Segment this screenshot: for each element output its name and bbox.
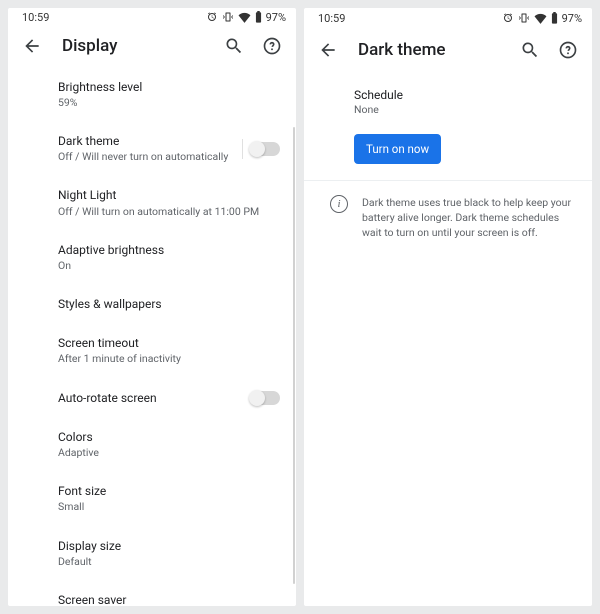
item-title: Brightness level — [58, 79, 280, 95]
status-time: 10:59 — [318, 12, 345, 25]
settings-item[interactable]: Screen timeoutAfter 1 minute of inactivi… — [58, 323, 280, 377]
alarm-icon — [502, 12, 514, 24]
settings-item[interactable]: Night Light Off / Will turn on automatica… — [58, 175, 280, 229]
item-title: Auto-rotate screen — [58, 390, 240, 406]
arrow-back-icon — [22, 36, 42, 56]
status-bar: 10:59 97% — [304, 8, 592, 28]
search-button[interactable] — [222, 34, 246, 58]
item-subtitle: On — [58, 259, 280, 273]
item-title: Styles & wallpapers — [58, 296, 280, 312]
item-subtitle: Off / Will never turn on automatically — [58, 150, 240, 164]
schedule-row[interactable]: Schedule None — [354, 76, 576, 128]
item-subtitle: Adaptive — [58, 446, 280, 460]
wifi-icon — [534, 13, 547, 24]
item-title: Screen timeout — [58, 335, 280, 351]
item-subtitle: 59% — [58, 96, 280, 110]
toggle-switch[interactable] — [250, 142, 280, 156]
info-text: Dark theme uses true black to help keep … — [362, 195, 576, 241]
status-icons: 97% — [206, 11, 286, 24]
back-button[interactable] — [316, 38, 340, 62]
item-title: Adaptive brightness — [58, 242, 280, 258]
back-button[interactable] — [20, 34, 44, 58]
settings-item[interactable]: Auto-rotate screen — [58, 378, 280, 417]
battery-percent: 97% — [562, 12, 582, 25]
vibration-icon — [222, 11, 234, 23]
item-title: Font size — [58, 483, 280, 499]
settings-item[interactable]: Dark themeOff / Will never turn on autom… — [58, 121, 280, 175]
info-icon: i — [330, 195, 348, 213]
item-title: Night Light — [58, 187, 280, 203]
item-title: Dark theme — [58, 133, 240, 149]
schedule-label: Schedule — [354, 88, 576, 102]
settings-list-container[interactable]: Brightness level59%Dark themeOff / Will … — [8, 67, 296, 606]
item-subtitle: Default — [58, 555, 280, 569]
schedule-value: None — [354, 103, 576, 116]
toggle-switch[interactable] — [250, 391, 280, 405]
item-title: Screen saver — [58, 592, 280, 606]
scrollbar[interactable] — [293, 127, 295, 584]
item-title: Colors — [58, 429, 280, 445]
page-title: Display — [62, 36, 204, 56]
arrow-back-icon — [318, 40, 338, 60]
dark-theme-content: Schedule None Turn on now i Dark theme u… — [304, 72, 592, 606]
display-settings-screen: 10:59 97% Display Brightness level59%Dar… — [8, 8, 296, 606]
wifi-icon — [238, 12, 251, 23]
settings-item[interactable]: Display sizeDefault — [58, 526, 280, 580]
alarm-icon — [206, 11, 218, 23]
vibration-icon — [518, 12, 530, 24]
item-subtitle: After 1 minute of inactivity — [58, 352, 280, 366]
help-button[interactable] — [260, 34, 284, 58]
settings-item[interactable]: Brightness level59% — [58, 67, 280, 121]
help-icon — [558, 40, 578, 60]
battery-percent: 97% — [266, 11, 286, 24]
settings-item[interactable]: ColorsAdaptive — [58, 417, 280, 471]
app-bar: Display — [8, 26, 296, 66]
settings-item[interactable]: Font sizeSmall — [58, 471, 280, 525]
item-title: Display size — [58, 538, 280, 554]
battery-icon — [551, 12, 558, 24]
search-icon — [224, 36, 244, 56]
status-bar: 10:59 97% — [8, 8, 296, 26]
status-icons: 97% — [502, 12, 582, 25]
search-icon — [520, 40, 540, 60]
page-title: Dark theme — [358, 40, 500, 60]
dark-theme-screen: 10:59 97% Dark theme Schedule None — [304, 8, 592, 606]
settings-item[interactable]: Screen saverClock — [58, 580, 280, 606]
help-icon — [262, 36, 282, 56]
item-subtitle: Small — [58, 500, 280, 514]
settings-item[interactable]: Styles & wallpapers — [58, 284, 280, 323]
search-button[interactable] — [518, 38, 542, 62]
app-bar: Dark theme — [304, 28, 592, 72]
battery-icon — [255, 11, 262, 23]
settings-item[interactable]: Adaptive brightnessOn — [58, 230, 280, 284]
turn-on-now-button[interactable]: Turn on now — [354, 134, 441, 164]
help-button[interactable] — [556, 38, 580, 62]
item-subtitle: Off / Will turn on automatically at 11:0… — [58, 205, 280, 219]
info-block: i Dark theme uses true black to help kee… — [304, 181, 592, 241]
status-time: 10:59 — [22, 11, 49, 24]
